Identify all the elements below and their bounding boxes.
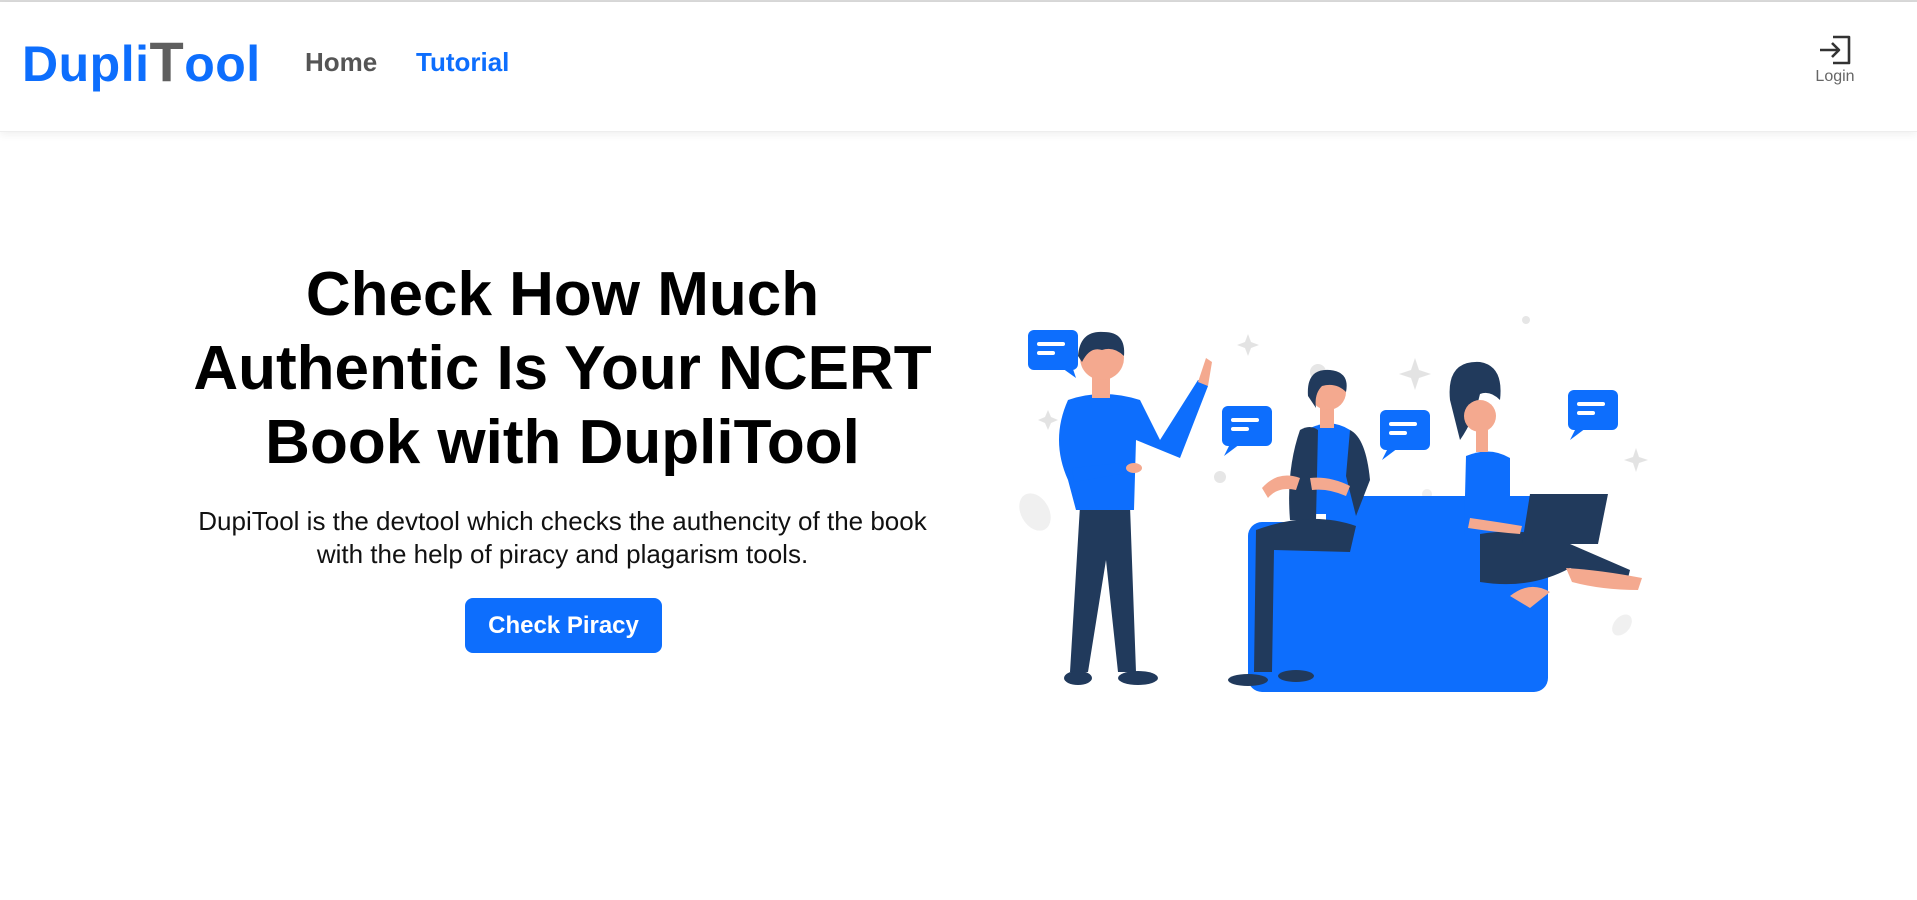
login-arrow-icon [1820,35,1851,65]
hero-subtitle: DupiTool is the devtool which checks the… [198,506,927,569]
brand-part-dupli: Dupli [22,36,150,92]
nav-tutorial-link[interactable]: Tutorial [416,46,509,78]
hero-title: Check How Much Authentic Is Your NCERT B… [193,260,932,477]
brand-part-ool: ool [184,36,261,92]
people-chatting-illustration [1019,316,1648,692]
chat-bubble-icon [1028,330,1078,378]
check-piracy-button[interactable]: Check Piracy [465,598,662,653]
login-label: Login [1815,68,1855,85]
brand-logo[interactable]: DupliTool [22,32,261,94]
brand-part-t: T [149,30,185,93]
standing-man-figure [1059,331,1212,685]
login-button[interactable]: Login [1800,34,1870,86]
navbar: DupliTool Home Tutorial Login [0,2,1917,132]
nav-home-link[interactable]: Home [305,46,377,78]
